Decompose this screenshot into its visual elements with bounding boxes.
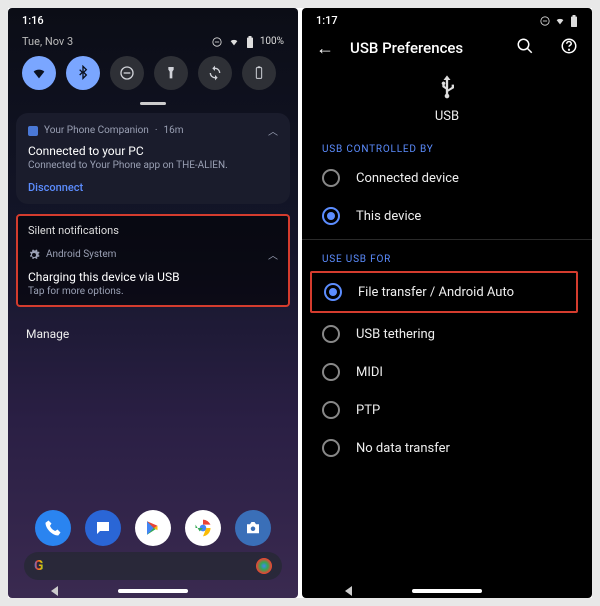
google-search-bar[interactable]: G xyxy=(24,552,282,580)
silent-notifications-section: Silent notifications Android System ︿ Ch… xyxy=(16,214,290,307)
usb-hero-label: USB xyxy=(302,109,592,124)
status-time: 1:16 xyxy=(22,14,44,27)
radio-icon xyxy=(324,283,342,301)
status-icons xyxy=(540,15,578,27)
qs-dnd-toggle[interactable] xyxy=(110,56,144,90)
google-logo-icon: G xyxy=(34,558,44,574)
battery-icon xyxy=(246,36,254,48)
phone-app-icon[interactable] xyxy=(35,510,71,546)
chevron-up-icon[interactable]: ︿ xyxy=(268,123,278,138)
wifi-icon xyxy=(228,37,240,47)
assistant-icon[interactable] xyxy=(256,558,272,574)
gear-icon xyxy=(28,249,40,261)
notif-age: 16m xyxy=(163,125,183,136)
manage-button[interactable]: Manage xyxy=(8,315,298,353)
home-dock xyxy=(8,510,298,546)
nav-back-button[interactable] xyxy=(345,586,352,596)
search-icon[interactable] xyxy=(516,37,534,59)
disconnect-button[interactable]: Disconnect xyxy=(28,181,278,194)
option-connected-device[interactable]: Connected device xyxy=(302,159,592,197)
qs-wifi-toggle[interactable] xyxy=(22,56,56,90)
radio-icon xyxy=(322,363,340,381)
nav-back-button[interactable] xyxy=(51,586,58,596)
page-title: USB Preferences xyxy=(350,39,490,57)
radio-label: MIDI xyxy=(356,365,383,380)
option-ptp[interactable]: PTP xyxy=(302,391,592,429)
chevron-up-icon[interactable]: ︿ xyxy=(268,247,278,262)
notif-app-name: Your Phone Companion xyxy=(44,125,149,136)
nav-bar xyxy=(8,584,298,598)
dnd-icon xyxy=(212,37,222,47)
back-button[interactable]: ← xyxy=(316,38,334,59)
qs-battery-saver-toggle[interactable] xyxy=(242,56,276,90)
highlighted-option: File transfer / Android Auto xyxy=(310,271,578,313)
radio-label: File transfer / Android Auto xyxy=(358,285,514,300)
divider xyxy=(302,239,592,240)
status-bar: 1:17 xyxy=(302,8,592,29)
chrome-app-icon[interactable] xyxy=(185,510,221,546)
silent-notifications-label: Silent notifications xyxy=(28,224,278,237)
wifi-icon xyxy=(554,16,566,26)
option-no-data-transfer[interactable]: No data transfer xyxy=(302,429,592,467)
notif-title: Charging this device via USB xyxy=(28,270,278,284)
notif-subtitle: Connected to Your Phone app on THE-ALIEN… xyxy=(28,160,278,171)
radio-label: USB tethering xyxy=(356,327,435,342)
radio-label: No data transfer xyxy=(356,441,450,456)
qs-bluetooth-toggle[interactable] xyxy=(66,56,100,90)
radio-icon xyxy=(322,169,340,187)
usb-icon xyxy=(433,73,461,101)
quick-settings-row xyxy=(8,56,298,100)
nav-bar xyxy=(302,584,592,598)
battery-percent: 100% xyxy=(260,36,284,47)
option-usb-tethering[interactable]: USB tethering xyxy=(302,315,592,353)
help-icon[interactable] xyxy=(560,37,578,59)
usb-hero: USB xyxy=(302,69,592,134)
notif-app-name: Android System xyxy=(46,249,116,260)
camera-app-icon[interactable] xyxy=(235,510,271,546)
section-usb-controlled-by: USB CONTROLLED BY xyxy=(302,134,592,159)
radio-icon xyxy=(322,401,340,419)
your-phone-icon xyxy=(28,126,38,136)
notif-separator: · xyxy=(155,125,158,136)
radio-icon xyxy=(322,325,340,343)
shade-drag-handle[interactable] xyxy=(140,102,166,105)
radio-label: Connected device xyxy=(356,171,459,186)
radio-icon xyxy=(322,207,340,225)
status-bar: 1:16 xyxy=(8,8,298,29)
option-this-device[interactable]: This device xyxy=(302,197,592,235)
option-file-transfer[interactable]: File transfer / Android Auto xyxy=(312,273,576,311)
battery-icon xyxy=(570,15,578,27)
messages-app-icon[interactable] xyxy=(85,510,121,546)
status-time: 1:17 xyxy=(316,14,338,27)
qs-flashlight-toggle[interactable] xyxy=(154,56,188,90)
radio-label: This device xyxy=(356,209,421,224)
notif-subtitle: Tap for more options. xyxy=(28,286,278,297)
shade-header: Tue, Nov 3 100% xyxy=(8,29,298,56)
notif-title: Connected to your PC xyxy=(28,144,278,158)
option-midi[interactable]: MIDI xyxy=(302,353,592,391)
status-icons: 100% xyxy=(212,36,284,48)
radio-icon xyxy=(322,439,340,457)
qs-rotate-toggle[interactable] xyxy=(198,56,232,90)
shade-date: Tue, Nov 3 xyxy=(22,35,73,48)
notification-android-system[interactable]: Android System ︿ xyxy=(28,247,278,262)
section-use-usb-for: USE USB FOR xyxy=(302,244,592,269)
usb-preferences-screen: 1:17 ← USB Preferences USB USB CONTROLLE… xyxy=(302,8,592,598)
notification-your-phone[interactable]: Your Phone Companion · 16m ︿ Connected t… xyxy=(16,113,290,204)
app-bar: ← USB Preferences xyxy=(302,29,592,69)
dnd-icon xyxy=(540,16,550,26)
notification-shade-screen: 1:16 Tue, Nov 3 100% Your Phone Companio… xyxy=(8,8,298,598)
radio-label: PTP xyxy=(356,403,380,418)
play-store-app-icon[interactable] xyxy=(135,510,171,546)
